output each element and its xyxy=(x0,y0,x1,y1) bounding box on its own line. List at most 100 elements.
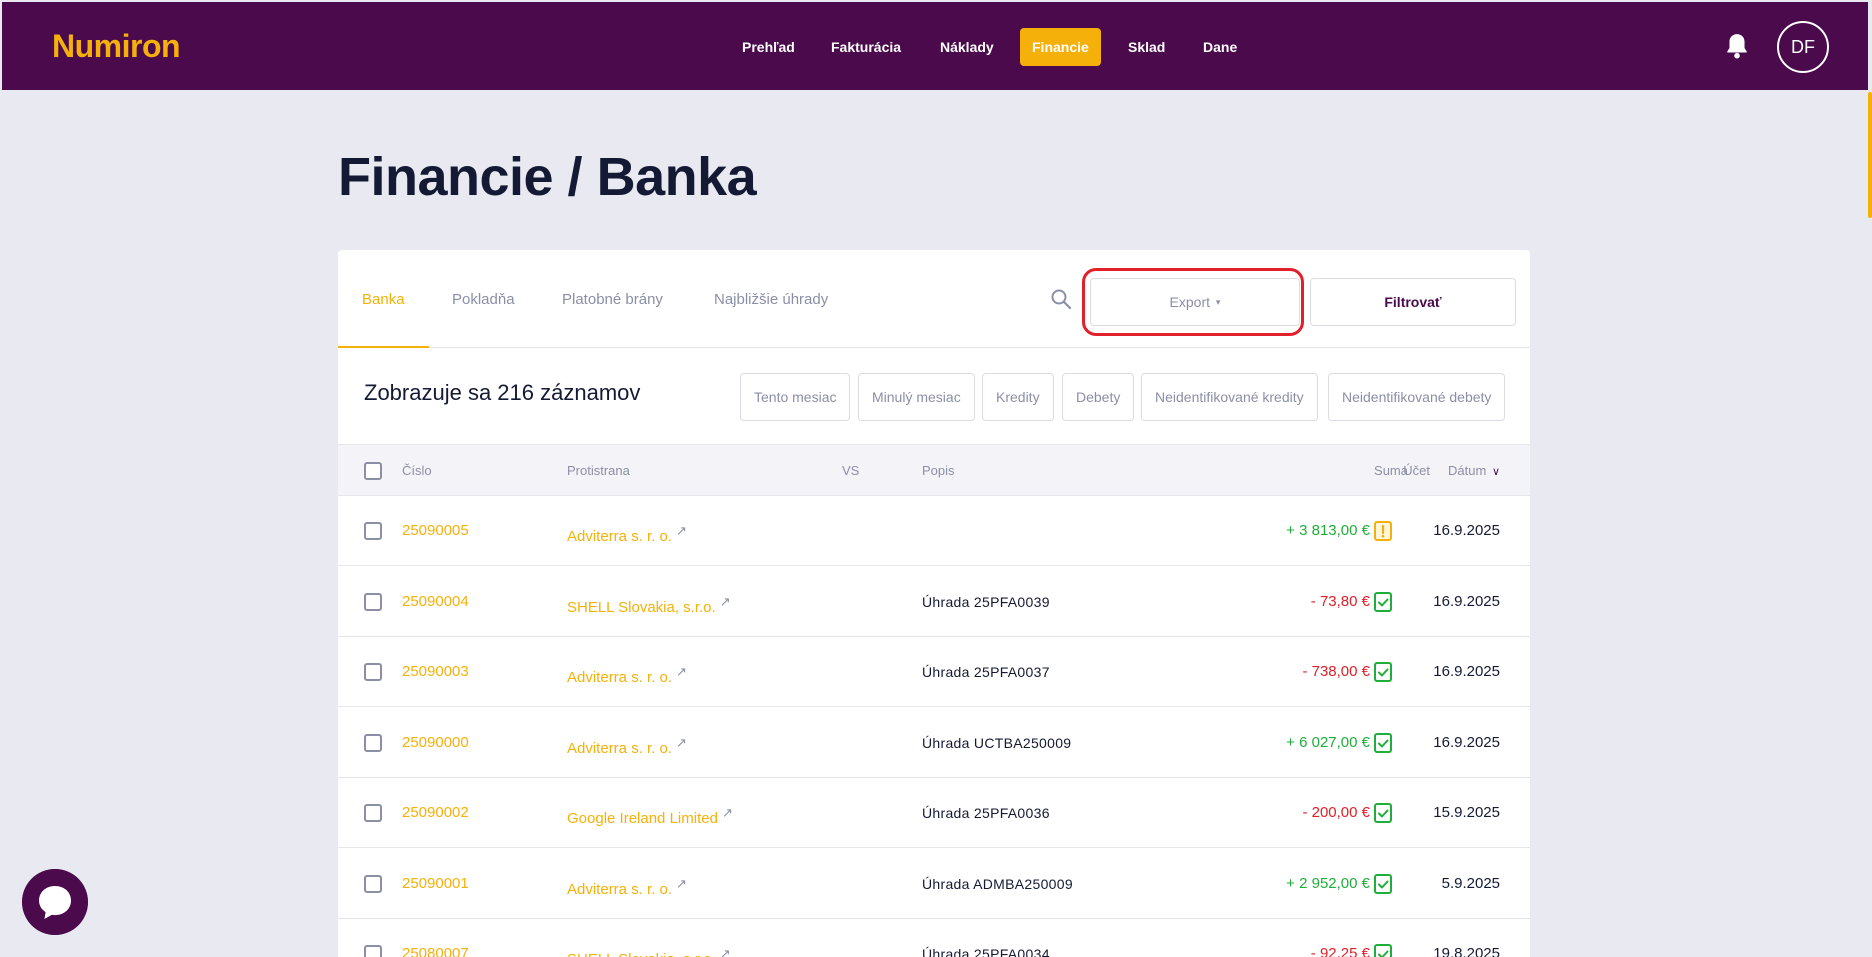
scrollbar-track[interactable] xyxy=(1868,90,1872,957)
tab-pokladna[interactable]: Pokladňa xyxy=(428,250,539,348)
row-cislo-link[interactable]: 25090003 xyxy=(402,637,469,707)
records-count: Zobrazuje sa 216 záznamov xyxy=(364,380,641,405)
export-highlight-annotation xyxy=(1082,268,1304,336)
row-cislo-link[interactable]: 25090002 xyxy=(402,778,469,848)
match-check-icon[interactable] xyxy=(1374,944,1392,957)
select-all-checkbox[interactable] xyxy=(364,462,382,480)
match-check-icon[interactable] xyxy=(1374,873,1392,894)
tab-platobne-brany[interactable]: Platobné brány xyxy=(538,250,687,348)
row-cislo-link[interactable]: 25090004 xyxy=(402,567,469,637)
search-icon[interactable] xyxy=(1050,288,1072,310)
chip-debety[interactable]: Debety xyxy=(1062,373,1135,421)
row-popis: Úhrada 25PFA0034 xyxy=(922,946,1050,957)
row-popis: Úhrada 25PFA0039 xyxy=(922,593,1050,610)
row-datum: 16.9.2025 xyxy=(1433,522,1500,539)
row-checkbox[interactable] xyxy=(364,592,382,611)
nav-item-prehlad[interactable]: Prehľad xyxy=(730,28,807,66)
row-datum: 15.9.2025 xyxy=(1433,804,1500,821)
row-datum: 16.9.2025 xyxy=(1433,663,1500,680)
external-link-icon: ↗ xyxy=(676,523,687,538)
tab-najblizsie-uhrady[interactable]: Najbližšie úhrady xyxy=(690,250,852,348)
row-popis: Úhrada 25PFA0037 xyxy=(922,664,1050,680)
row-protistrana-link[interactable]: SHELL Slovakia, s.r.o.↗ xyxy=(567,919,731,957)
row-protistrana-link[interactable]: SHELL Slovakia, s.r.o.↗ xyxy=(567,567,731,637)
table-row[interactable]: 25080007 SHELL Slovakia, s.r.o.↗ Úhrada 25… xyxy=(338,919,1530,957)
match-check-icon[interactable] xyxy=(1374,803,1392,823)
table-row[interactable]: 25090001 Adviterra s. r. o. ↗ Úhrada ADMBA2… xyxy=(338,849,1530,919)
external-link-icon: ↗ xyxy=(719,946,731,957)
nav-item-fakturacia[interactable]: Fakturácia xyxy=(819,28,913,66)
row-suma: - 738,00 € xyxy=(1302,663,1370,680)
chip-tento-mesiac[interactable]: Tento mesiac xyxy=(740,373,851,421)
main-nav: Prehľad Fakturácia Náklady Financie Skla… xyxy=(2,2,1868,90)
tabs-row: Banka Pokladňa Platobné brány Najbližšie… xyxy=(338,250,1530,348)
nav-item-naklady[interactable]: Náklady xyxy=(928,28,1006,66)
row-protistrana: Google Ireland Limited xyxy=(567,810,718,827)
row-cislo-link[interactable]: 25090001 xyxy=(402,849,469,919)
row-cislo-link[interactable]: 25090000 xyxy=(402,708,469,778)
row-protistrana: Adviterra s. r. o. xyxy=(567,880,673,898)
nav-item-sklad[interactable]: Sklad xyxy=(1116,28,1177,66)
match-check-icon[interactable] xyxy=(1374,732,1392,753)
match-check-icon[interactable] xyxy=(1374,591,1392,612)
table-row[interactable]: 25090004 SHELL Slovakia, s.r.o. ↗ Úhrada 25… xyxy=(338,567,1530,637)
row-popis: Úhrada UCTBA250009 xyxy=(922,734,1072,751)
column-protistrana[interactable]: Protistrana xyxy=(567,445,630,497)
chip-kredity[interactable]: Kredity xyxy=(982,373,1054,421)
bell-icon[interactable] xyxy=(1724,32,1750,60)
row-protistrana-link[interactable]: Adviterra s. r. o. ↗ xyxy=(567,496,687,566)
row-suma: - 73,80 € xyxy=(1310,592,1370,610)
chip-neidentifikovane-kredity[interactable]: Neidentifikované kredity xyxy=(1141,373,1318,421)
table-row[interactable]: 25090003 Adviterra s. r. o. ↗ Úhrada 25PFA0… xyxy=(338,637,1530,707)
nav-item-financie[interactable]: Financie xyxy=(1020,28,1101,66)
row-checkbox[interactable] xyxy=(364,804,382,822)
match-check-icon[interactable] xyxy=(1374,662,1392,682)
chip-minuly-mesiac[interactable]: Minulý mesiac xyxy=(858,373,975,421)
external-link-icon: ↗ xyxy=(676,664,687,679)
nav-item-dane[interactable]: Dane xyxy=(1191,28,1249,66)
bank-card: Banka Pokladňa Platobné brány Najbližšie… xyxy=(338,250,1530,957)
row-suma: + 2 952,00 € xyxy=(1286,874,1370,892)
table-row[interactable]: 25090002 Google Ireland Limited ↗ Úhrada 25… xyxy=(338,778,1530,848)
chevron-down-icon: ∨ xyxy=(1491,466,1500,478)
row-suma: - 92,25 € xyxy=(1310,945,1370,957)
warning-icon[interactable] xyxy=(1374,521,1392,541)
external-link-icon: ↗ xyxy=(721,805,733,820)
row-protistrana-link[interactable]: Adviterra s. r. o. ↗ xyxy=(567,637,687,707)
row-suma: + 3 813,00 € xyxy=(1286,522,1370,539)
row-datum: 5.9.2025 xyxy=(1441,874,1500,892)
row-datum: 16.9.2025 xyxy=(1433,733,1500,751)
row-checkbox[interactable] xyxy=(364,945,382,957)
filter-button[interactable]: Filtrovať xyxy=(1310,278,1516,326)
external-link-icon: ↗ xyxy=(676,734,687,750)
row-checkbox[interactable] xyxy=(364,522,382,540)
scrollbar-thumb[interactable] xyxy=(1868,92,1872,218)
row-protistrana: SHELL Slovakia, s.r.o. xyxy=(567,598,716,616)
column-cislo[interactable]: Číslo xyxy=(402,445,432,497)
row-protistrana: SHELL Slovakia, s.r.o. xyxy=(567,951,716,957)
row-cislo-link[interactable]: 25090005 xyxy=(402,496,469,566)
page-title: Financie / Banka xyxy=(338,147,757,207)
column-datum-label: Dátum xyxy=(1448,463,1487,478)
column-datum[interactable]: Dátum ∨ xyxy=(1418,445,1500,497)
row-protistrana-link[interactable]: Adviterra s. r. o. ↗ xyxy=(567,849,687,919)
avatar[interactable]: DF xyxy=(1777,21,1829,73)
row-cislo-link[interactable]: 25080007 xyxy=(402,919,469,957)
chat-icon[interactable] xyxy=(22,869,88,935)
row-suma: + 6 027,00 € xyxy=(1286,733,1370,751)
row-protistrana-link[interactable]: Adviterra s. r. o. ↗ xyxy=(567,708,687,778)
row-suma: - 200,00 € xyxy=(1302,804,1370,821)
tab-banka[interactable]: Banka xyxy=(338,250,429,348)
row-protistrana: Adviterra s. r. o. xyxy=(567,669,673,686)
row-protistrana-link[interactable]: Google Ireland Limited ↗ xyxy=(567,778,733,848)
row-datum: 16.9.2025 xyxy=(1433,592,1500,610)
row-checkbox[interactable] xyxy=(364,663,382,681)
row-checkbox[interactable] xyxy=(364,733,382,752)
table-row[interactable]: 25090005 Adviterra s. r. o. ↗ + 3 813,00 € 1… xyxy=(338,496,1530,566)
chip-neidentifikovane-debety[interactable]: Neidentifikované debety xyxy=(1328,373,1506,421)
table-row[interactable]: 25090000 Adviterra s. r. o. ↗ Úhrada UCTBA2… xyxy=(338,708,1530,778)
external-link-icon: ↗ xyxy=(676,875,687,891)
column-popis[interactable]: Popis xyxy=(922,445,955,497)
column-vs[interactable]: VS xyxy=(842,445,859,497)
row-checkbox[interactable] xyxy=(364,874,382,893)
